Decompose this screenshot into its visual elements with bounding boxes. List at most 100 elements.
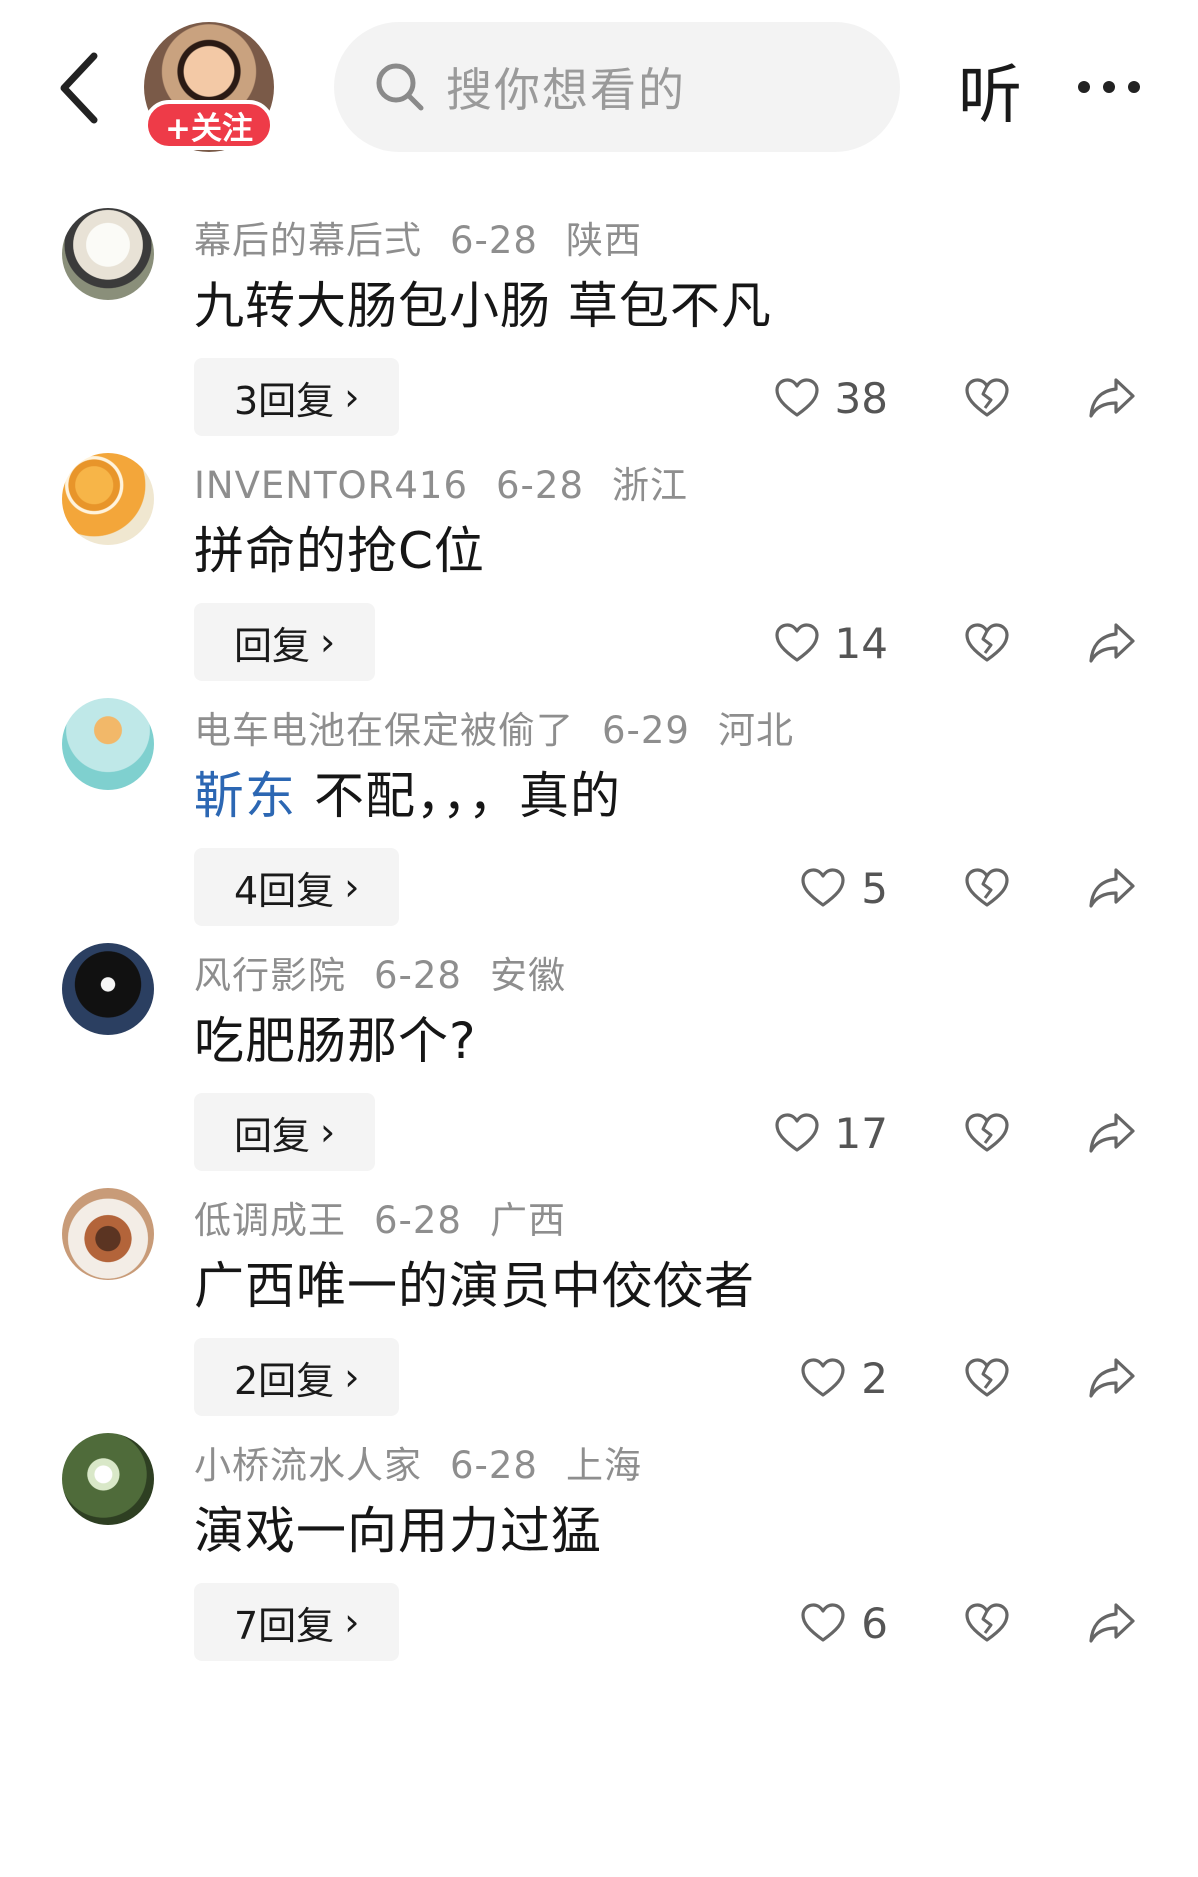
like-button[interactable]: 14 xyxy=(773,615,888,671)
share-arrow-icon[interactable] xyxy=(1086,1107,1138,1157)
listen-button[interactable]: 听 xyxy=(958,44,1022,136)
comment-region: 安徽 xyxy=(489,954,566,997)
share-arrow-icon[interactable] xyxy=(1086,372,1138,422)
comment-region: 浙江 xyxy=(612,464,688,507)
hooded-figure-avatar[interactable] xyxy=(62,943,154,1035)
cartoon-cat-avatar[interactable] xyxy=(62,698,154,790)
chevron-right-icon: › xyxy=(320,1110,336,1154)
broken-heart-icon[interactable] xyxy=(962,862,1012,912)
heart-icon xyxy=(774,378,819,417)
reply-button[interactable]: 回复 › xyxy=(194,1093,376,1171)
commenter-name[interactable]: 小桥流水人家 xyxy=(194,1444,422,1487)
food-bowl-avatar[interactable] xyxy=(62,1188,154,1280)
comment-region: 上海 xyxy=(565,1444,642,1487)
top-bar: +关注 搜你想看的 听 xyxy=(0,0,1198,170)
chevron-right-icon: › xyxy=(344,1355,360,1399)
commenter-name[interactable]: 电车电池在保定被偷了 xyxy=(194,709,574,752)
chevron-right-icon: › xyxy=(344,1600,360,1644)
chevron-right-icon: › xyxy=(344,375,360,419)
share-arrow-icon[interactable] xyxy=(1086,862,1138,912)
follow-button[interactable]: +关注 xyxy=(144,100,274,150)
like-button[interactable]: 17 xyxy=(773,1105,888,1161)
like-count: 38 xyxy=(834,373,888,423)
comment-region: 陕西 xyxy=(565,219,642,262)
heart-icon xyxy=(774,623,819,662)
author-avatar-group[interactable]: +关注 xyxy=(144,22,274,152)
comment-region: 广西 xyxy=(489,1199,566,1242)
like-button[interactable]: 5 xyxy=(799,860,888,916)
broken-heart-icon[interactable] xyxy=(962,372,1012,422)
comment-body: 吃肥肠那个? xyxy=(194,1012,477,1070)
comment-text: 拼命的抢C位 xyxy=(194,511,485,583)
comment-body: 拼命的抢C位 xyxy=(194,522,485,580)
commenter-name[interactable]: 低调成王 xyxy=(194,1199,346,1242)
reply-label: 3回复 xyxy=(234,378,335,423)
comment-date: 6-28 xyxy=(450,219,538,262)
heart-icon xyxy=(801,868,845,907)
comment-date: 6-28 xyxy=(496,464,584,507)
comment-meta: 低调成王 6-28 广西 xyxy=(194,1190,594,1244)
broken-heart-icon[interactable] xyxy=(962,617,1012,667)
comment-meta: INVENTOR416 6-28 浙江 xyxy=(194,455,716,509)
comment-body: 广西唯一的演员中佼佼者 xyxy=(194,1257,755,1315)
chevron-right-icon: › xyxy=(344,865,360,909)
broken-heart-icon[interactable] xyxy=(962,1107,1012,1157)
commenter-name[interactable]: 幕后的幕后弍 xyxy=(194,219,422,262)
share-arrow-icon[interactable] xyxy=(1086,1597,1138,1647)
mention-link[interactable]: 靳东 xyxy=(194,767,296,825)
comment-body: 不配，，，真的 xyxy=(314,767,621,825)
reply-button[interactable]: 7回复 › xyxy=(194,1583,400,1661)
commenter-name[interactable]: INVENTOR416 xyxy=(194,464,468,507)
heart-icon xyxy=(801,1603,845,1642)
like-button[interactable]: 6 xyxy=(799,1595,888,1651)
comment-text: 演戏一向用力过猛 xyxy=(194,1491,602,1563)
reply-label: 4回复 xyxy=(234,868,335,913)
comment-meta: 幕后的幕后弍 6-28 陕西 xyxy=(194,210,670,264)
reply-button[interactable]: 3回复 › xyxy=(194,358,400,436)
commenter-name[interactable]: 风行影院 xyxy=(194,954,346,997)
comment-date: 6-29 xyxy=(602,709,690,752)
reply-label: 2回复 xyxy=(234,1358,335,1403)
reply-label: 回复 xyxy=(234,1113,311,1158)
back-arrow-icon[interactable] xyxy=(52,48,112,128)
search-icon xyxy=(376,63,424,111)
like-count: 5 xyxy=(861,863,888,913)
flowers-avatar[interactable] xyxy=(62,1433,154,1525)
share-arrow-icon[interactable] xyxy=(1086,1352,1138,1402)
reply-button[interactable]: 2回复 › xyxy=(194,1338,400,1416)
comment-date: 6-28 xyxy=(374,1199,462,1242)
share-arrow-icon[interactable] xyxy=(1086,617,1138,667)
like-count: 2 xyxy=(861,1353,888,1403)
like-count: 17 xyxy=(834,1108,888,1158)
broken-heart-icon[interactable] xyxy=(962,1597,1012,1647)
comment-meta: 小桥流水人家 6-28 上海 xyxy=(194,1435,670,1489)
search-bar[interactable]: 搜你想看的 xyxy=(334,22,900,152)
heart-icon xyxy=(801,1358,845,1397)
comment-text: 九转大肠包小肠 草包不凡 xyxy=(194,266,772,338)
comment-date: 6-28 xyxy=(450,1444,538,1487)
comment-body: 演戏一向用力过猛 xyxy=(194,1502,602,1560)
search-placeholder: 搜你想看的 xyxy=(446,63,686,117)
chevron-right-icon: › xyxy=(320,620,336,664)
comment-date: 6-28 xyxy=(374,954,462,997)
comment-text: 靳东 不配，，，真的 xyxy=(194,756,621,828)
comment-meta: 电车电池在保定被偷了 6-29 河北 xyxy=(194,700,822,754)
comment-region: 河北 xyxy=(717,709,794,752)
comment-meta: 风行影院 6-28 安徽 xyxy=(194,945,594,999)
comment-item: 小桥流水人家 6-28 上海 演戏一向用力过猛 7回复 › 6 xyxy=(0,1433,1198,1727)
heart-icon xyxy=(774,1113,819,1152)
reply-button[interactable]: 4回复 › xyxy=(194,848,400,926)
like-button[interactable]: 38 xyxy=(773,370,888,426)
like-count: 14 xyxy=(834,618,888,668)
more-dots-icon[interactable] xyxy=(1076,72,1142,102)
broken-heart-icon[interactable] xyxy=(962,1352,1012,1402)
like-button[interactable]: 2 xyxy=(799,1350,888,1406)
reply-button[interactable]: 回复 › xyxy=(194,603,376,681)
loquat-avatar[interactable] xyxy=(62,453,154,545)
reply-label: 回复 xyxy=(234,623,311,668)
comment-body: 九转大肠包小肠 草包不凡 xyxy=(194,277,772,335)
dog-avatar[interactable] xyxy=(62,208,154,300)
comment-text: 吃肥肠那个? xyxy=(194,1001,477,1073)
comment-text: 广西唯一的演员中佼佼者 xyxy=(194,1246,755,1318)
like-count: 6 xyxy=(861,1598,888,1648)
